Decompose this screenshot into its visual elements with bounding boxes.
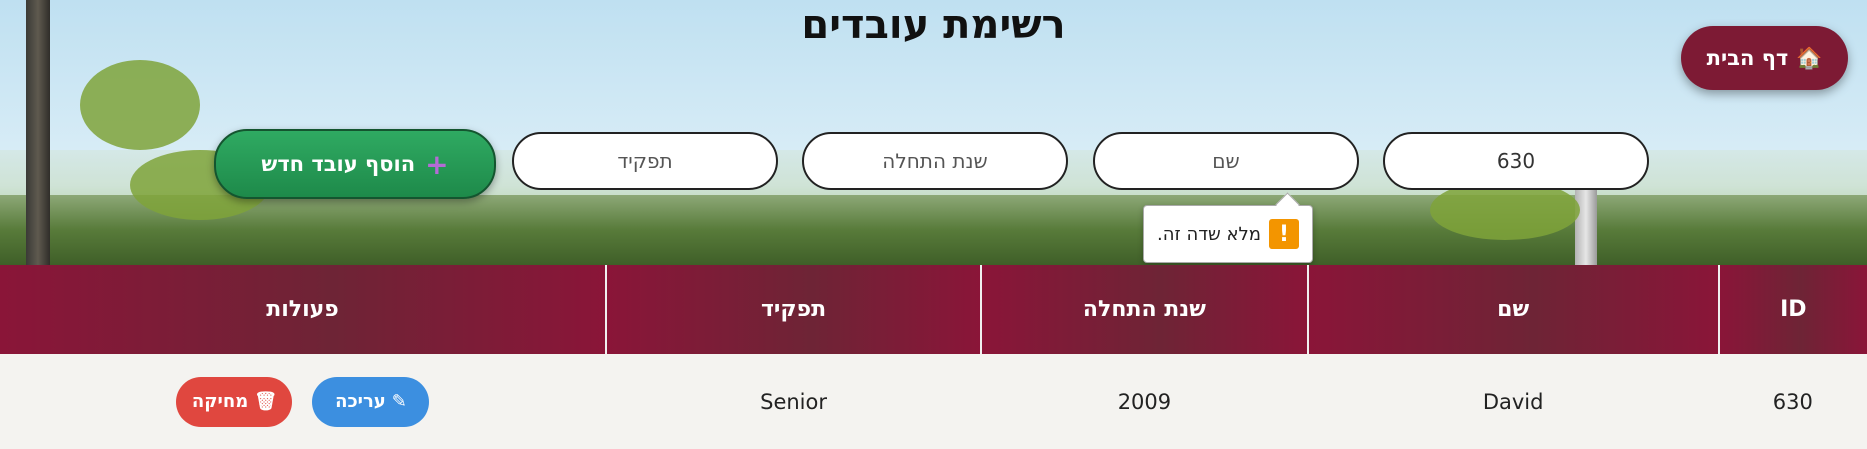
add-employee-button[interactable]: + הוסף עובד חדש (214, 129, 496, 199)
edit-button-label: עריכה (335, 391, 386, 412)
cell-actions: ✎ עריכה 🗑 מחיקה (0, 354, 606, 449)
page-title: רשימת עובדים (801, 2, 1066, 48)
validation-message: מלא שדה זה. (1157, 223, 1261, 245)
cell-id: 630 (1718, 354, 1867, 449)
home-button[interactable]: 🏠 דף הבית (1681, 26, 1848, 90)
warning-icon: ! (1269, 219, 1299, 249)
plus-icon: + (425, 147, 449, 181)
name-input[interactable] (1093, 132, 1359, 190)
role-input[interactable] (512, 132, 778, 190)
cell-start-year: 2009 (981, 354, 1308, 449)
table-row: 630 David 2009 Senior ✎ עריכה 🗑 מחיקה (0, 354, 1867, 449)
column-header-role: תפקיד (604, 265, 982, 354)
cell-role: Senior (605, 354, 982, 449)
column-header-name: שם (1306, 265, 1719, 354)
cell-name: David (1307, 354, 1719, 449)
edit-button[interactable]: ✎ עריכה (312, 376, 430, 427)
delete-button-label: מחיקה (191, 391, 249, 412)
validation-tooltip: ! מלא שדה זה. (1143, 205, 1313, 263)
table-header-row: ID שם שנת התחלה תפקיד פעולות (0, 265, 1867, 354)
column-header-start-year: שנת התחלה (980, 265, 1308, 354)
employees-table: ID שם שנת התחלה תפקיד פעולות 630 David 2… (0, 265, 1867, 449)
trash-icon: 🗑 (254, 391, 278, 412)
column-header-actions: פעולות (0, 265, 606, 354)
home-button-label: דף הבית (1706, 46, 1789, 70)
pencil-icon: ✎ (391, 391, 407, 412)
add-employee-label: הוסף עובד חדש (261, 152, 416, 176)
id-input[interactable] (1383, 132, 1649, 190)
delete-button[interactable]: 🗑 מחיקה (176, 376, 293, 427)
column-header-id: ID (1717, 265, 1867, 354)
home-icon: 🏠 (1796, 45, 1823, 70)
start-year-input[interactable] (802, 132, 1068, 190)
